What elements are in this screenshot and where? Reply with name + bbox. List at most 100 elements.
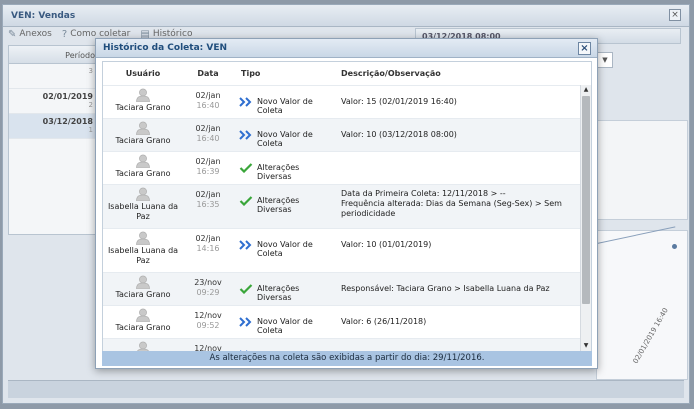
column-date: Data [197, 69, 219, 78]
scroll-down-icon[interactable]: ▼ [581, 341, 591, 351]
date-day: 12/nov [194, 311, 222, 320]
history-rows[interactable]: Taciara Grano 02/jan 16:40 Novo Valor de Co… [103, 85, 580, 351]
chevron-down-icon[interactable]: ▼ [597, 52, 613, 68]
row-date: 02/jan 14:16 [183, 229, 233, 272]
period-num: 1 [88, 126, 93, 134]
row-user: Taciara Grano [103, 306, 183, 338]
type-label: Alterações Diversas [257, 284, 300, 302]
history-row[interactable]: Isabella Luana da Paz 02/jan 16:35 Alteraçõ… [103, 184, 580, 228]
row-type: Alterações Diversas [233, 273, 335, 305]
column-type: Tipo [241, 69, 261, 78]
period-table: Período 3 02/01/2019 2 03/12/2018 1 [8, 45, 108, 235]
user-name: Taciara Grano [115, 323, 171, 332]
user-name: Taciara Grano [115, 136, 171, 145]
type-label: Novo Valor de Coleta [257, 240, 313, 258]
background-footer [8, 380, 684, 398]
row-date: 23/nov 09:29 [183, 273, 233, 305]
row-date: 02/jan 16:35 [183, 185, 233, 228]
scroll-up-icon[interactable]: ▲ [581, 85, 591, 95]
double-chevron-right-icon [239, 240, 252, 250]
row-date: 12/nov 09:52 [183, 306, 233, 338]
row-description: Valor: 3 (19/11/2018) [335, 339, 580, 351]
history-row[interactable]: Taciara Grano 02/jan 16:40 Novo Valor de Co… [103, 118, 580, 151]
history-row[interactable]: Taciara Grano 23/nov 09:29 Alterações Diver… [103, 272, 580, 305]
user-avatar-icon [137, 341, 149, 351]
date-time: 16:40 [196, 134, 220, 143]
row-user: Taciara Grano [103, 273, 183, 305]
row-description: Valor: 6 (26/11/2018) [341, 317, 427, 326]
user-name: Taciara Grano [115, 103, 171, 112]
row-description: Responsável: Taciara Grano > Isabella Lu… [341, 284, 550, 293]
history-table: Usuário Data Tipo Descrição/Observação T… [102, 61, 592, 351]
modal-footer-note: As alterações na coleta são exibidas a p… [102, 351, 592, 366]
background-titlebar: VEN: Vendas × [3, 5, 689, 27]
row-type: Novo Valor de Coleta [233, 86, 335, 118]
row-description: Valor: 10 (03/12/2018 08:00) [341, 130, 457, 139]
row-type: Alterações Diversas [233, 152, 335, 184]
date-day: 23/nov [194, 278, 222, 287]
history-row[interactable]: 12/nov Novo Valor de ColetaValor: 3 (19/1… [103, 338, 580, 351]
row-description: Valor: 10 (01/01/2019) [341, 240, 432, 249]
checkmark-icon [239, 163, 253, 173]
row-type: Novo Valor de Coleta [233, 229, 335, 272]
detail-panel [596, 120, 688, 220]
modal-titlebar: Histórico da Coleta: VEN × [96, 39, 597, 58]
type-label: Novo Valor de Coleta [257, 97, 313, 115]
row-user: Isabella Luana da Paz [103, 185, 183, 228]
background-title: VEN: Vendas [11, 11, 76, 21]
row-date: 12/nov [183, 339, 233, 351]
row-description: Valor: 15 (02/01/2019 16:40) [341, 97, 457, 106]
row-user [103, 339, 183, 351]
chart-tick-label: 02/01/2019 16:40 [631, 306, 670, 365]
date-day: 02/jan [195, 91, 221, 100]
period-row[interactable]: 3 [9, 64, 107, 89]
column-description: Descrição/Observação [341, 69, 441, 78]
period-row[interactable]: 02/01/2019 2 [9, 89, 107, 114]
type-label: Novo Valor de Coleta [257, 130, 313, 148]
user-name: Taciara Grano [115, 290, 171, 299]
date-day: 12/nov [194, 344, 222, 351]
row-user: Taciara Grano [103, 152, 183, 184]
row-type: Alterações Diversas [233, 185, 335, 228]
anexos-label: Anexos [19, 29, 52, 39]
row-date: 02/jan 16:39 [183, 152, 233, 184]
background-close-icon[interactable]: × [669, 9, 681, 21]
date-time: 16:35 [196, 200, 220, 209]
column-user: Usuário [125, 69, 161, 78]
history-row[interactable]: Isabella Luana da Paz 02/jan 14:16 Novo Val… [103, 228, 580, 272]
close-icon[interactable]: × [578, 42, 591, 55]
date-time: 16:39 [196, 167, 220, 176]
scrollbar[interactable]: ▲ ▼ [580, 85, 591, 351]
period-date: 02/01/2019 [42, 92, 93, 101]
history-row[interactable]: Taciara Grano 02/jan 16:40 Novo Valor de Co… [103, 85, 580, 118]
checkmark-icon [239, 196, 253, 206]
period-row-selected[interactable]: 03/12/2018 1 [9, 114, 107, 139]
date-day: 02/jan [195, 234, 221, 243]
type-label: Alterações Diversas [257, 163, 300, 181]
chart-line [596, 226, 676, 244]
user-avatar-icon [136, 231, 150, 245]
date-day: 02/jan [195, 190, 221, 199]
date-time: 09:29 [196, 288, 220, 297]
row-type: Novo Valor de Coleta [233, 339, 335, 351]
history-table-header: Usuário Data Tipo Descrição/Observação [103, 62, 591, 85]
modal-title: Histórico da Coleta: VEN [103, 43, 228, 53]
date-time: 09:52 [196, 321, 220, 330]
user-avatar-icon [136, 187, 150, 201]
row-type: Novo Valor de Coleta [233, 306, 335, 338]
user-avatar-icon [136, 88, 150, 102]
date-day: 02/jan [195, 157, 221, 166]
row-date: 02/jan 16:40 [183, 86, 233, 118]
history-row[interactable]: Taciara Grano 12/nov 09:52 Novo Valor de Co… [103, 305, 580, 338]
user-avatar-icon [136, 121, 150, 135]
row-type: Novo Valor de Coleta [233, 119, 335, 151]
history-row[interactable]: Taciara Grano 02/jan 16:39 Alterações Diver… [103, 151, 580, 184]
pencil-icon: ✎ [8, 28, 17, 40]
user-name: Isabella Luana da Paz [107, 202, 179, 221]
anexos-button[interactable]: ✎ Anexos [8, 29, 52, 40]
type-label: Alterações Diversas [257, 196, 300, 214]
user-name: Taciara Grano [115, 169, 171, 178]
scrollbar-thumb[interactable] [582, 96, 590, 304]
date-time: 14:16 [196, 244, 220, 253]
row-date: 02/jan 16:40 [183, 119, 233, 151]
